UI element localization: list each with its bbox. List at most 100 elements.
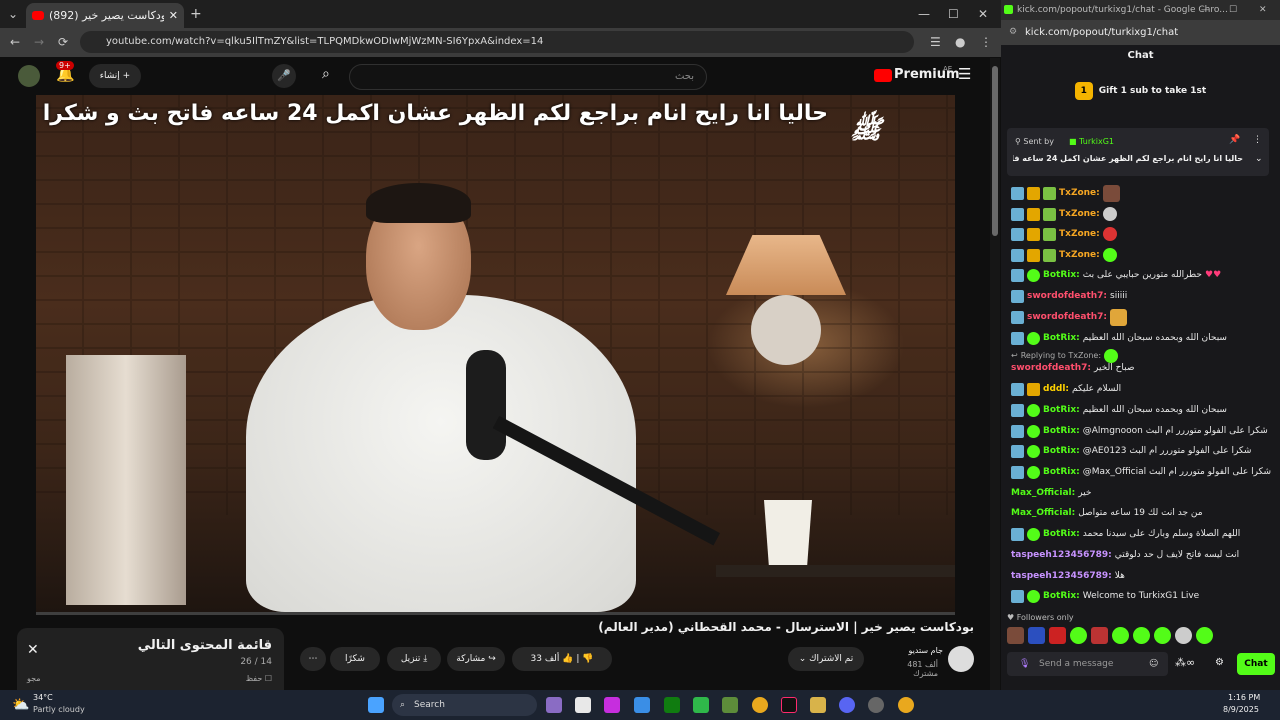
chat-username[interactable]: BotRix: [1043,266,1080,284]
pin-icon[interactable]: 📌 [1229,135,1240,145]
emote-icon [1102,227,1117,241]
chat-username[interactable]: BotRix: [1043,525,1080,543]
tiktok-icon[interactable] [781,697,797,713]
tab-list-icon[interactable]: ⌄ [8,0,18,28]
voice-search-icon[interactable]: 🎤 [272,64,296,88]
chat-username[interactable]: Max_Official: [1011,504,1075,522]
pinned-more-icon[interactable]: ⋮ [1253,135,1262,145]
thanks-button[interactable]: شكرًا [330,647,380,671]
chat-username[interactable]: BotRix: [1043,422,1080,440]
youtube-logo-icon[interactable] [874,69,892,82]
chat-username[interactable]: TxZone: [1059,184,1100,202]
scrollbar-thumb[interactable] [992,66,998,236]
emote-icon[interactable] [1112,627,1129,644]
chat-username[interactable]: taspeeh123456789: [1011,546,1112,564]
back-icon[interactable]: ← [10,28,20,56]
close-window-icon[interactable]: ✕ [978,0,988,28]
chat-username[interactable]: taspeeh123456789: [1011,567,1112,585]
chat-username[interactable]: TxZone: [1059,246,1100,264]
chat-username[interactable]: BotRix: [1043,587,1080,605]
taskbar-search[interactable]: ⌕ Search [392,694,537,716]
gift-sub-banner[interactable]: 1 Gift 1 sub to take 1st [1001,67,1280,115]
chat-username[interactable]: swordofdeath7: [1027,287,1107,305]
mic-icon[interactable]: 🎙 [1019,652,1030,676]
chat-username[interactable]: TxZone: [1059,225,1100,243]
emote-icon[interactable] [1049,627,1066,644]
minecraft-icon[interactable] [722,697,738,713]
close-playlist-icon[interactable]: ✕ [27,642,39,658]
channel-name[interactable]: جام ستديو [885,646,943,655]
emote-icon[interactable] [1196,627,1213,644]
app-icon[interactable] [868,697,884,713]
emote-icon[interactable] [1133,627,1150,644]
emote-icon[interactable] [1154,627,1171,644]
points-icon[interactable]: ⁂∞ [1175,656,1195,669]
reload-icon[interactable]: ⟳ [58,28,68,56]
chat-username[interactable]: BotRix: [1043,442,1080,460]
forward-icon[interactable]: → [34,28,44,56]
profile-icon[interactable]: ● [955,28,965,56]
chat-username[interactable]: BotRix: [1043,329,1080,347]
app-icon[interactable] [604,697,620,713]
like-dislike-group[interactable]: 33 ألف 👍 | 👎 [512,647,612,671]
weather-icon[interactable]: ⛅ [12,697,29,713]
share-button[interactable]: مشاركة ↪ [447,647,505,671]
download-button[interactable]: تنزيل ⤓ [387,647,441,671]
discord-icon[interactable] [839,697,855,713]
emoji-picker-icon[interactable]: ☺ [1149,652,1158,676]
start-icon[interactable] [368,697,384,713]
playlist-save-button[interactable]: حفظ ☐ [246,674,272,683]
chat-username[interactable]: swordofdeath7: [1011,359,1091,377]
emote-icon[interactable] [1007,627,1024,644]
chat-username[interactable]: BotRix: [1043,401,1080,419]
search-icon[interactable]: ⌕ [322,66,330,82]
emote-icon[interactable] [1091,627,1108,644]
app-icon[interactable] [693,697,709,713]
more-actions-icon[interactable]: ⋯ [300,647,326,671]
chat-username[interactable]: swordofdeath7: [1027,308,1107,326]
sub-badge-icon [1011,207,1024,221]
url-field[interactable]: youtube.com/watch?v=qlku5IlTmZY&list=TLP… [80,31,914,53]
expand-pinned-icon[interactable]: ⌄ [1255,154,1263,164]
create-button[interactable]: إنشاء + [89,64,141,88]
chat-username[interactable]: BotRix: [1043,463,1080,481]
channel-avatar[interactable] [948,646,974,672]
browser-menu-icon[interactable]: ⋮ [980,28,992,56]
clock-time[interactable]: 1:16 PM [1228,693,1260,702]
send-chat-button[interactable]: Chat [1237,653,1275,675]
emote-icon[interactable] [1070,627,1087,644]
chat-message-input[interactable]: 🎙 Send a message ☺ [1007,652,1168,676]
maximize-icon[interactable]: ☐ [948,0,959,28]
app-icon[interactable] [810,697,826,713]
subscribed-button[interactable]: ⌄ تم الاشتراك [788,647,864,671]
chrome-icon[interactable] [752,697,768,713]
page-scrollbar[interactable] [990,58,1000,690]
xbox-icon[interactable] [664,697,680,713]
chat-username[interactable]: TxZone: [1059,205,1100,223]
chrome-icon[interactable] [898,697,914,713]
minimize-icon[interactable]: — [918,0,930,28]
site-info-icon[interactable]: ⚙ [1009,20,1017,45]
chat-username[interactable]: Max_Official: [1011,484,1075,502]
clock-date[interactable]: 8/9/2025 [1223,705,1259,714]
chat-maximize-icon[interactable]: ☐ [1229,0,1237,20]
video-player[interactable]: ﷺ حاليا انا رايح انام براجع لكم الظهر عش… [36,95,955,612]
notepad-icon[interactable] [575,697,591,713]
task-view-icon[interactable] [546,697,562,713]
account-avatar[interactable] [18,65,40,87]
emote-icon[interactable] [1175,627,1192,644]
chat-settings-icon[interactable]: ⚙ [1215,657,1224,668]
extensions-icon[interactable]: ☰ [930,28,941,56]
search-input[interactable]: بحث [349,64,707,90]
chat-close-icon[interactable]: ✕ [1259,0,1267,20]
guide-menu-icon[interactable]: ☰ [958,65,971,83]
new-tab-icon[interactable]: + [190,0,202,28]
youtube-tab[interactable]: (892) بودكاست يصير خير ✕ [26,3,184,28]
emote-icon[interactable] [1028,627,1045,644]
chat-minimize-icon[interactable]: — [1201,0,1210,20]
chat-url-bar[interactable]: ⚙ kick.com/popout/turkixg1/chat [1001,20,1280,45]
app-icon[interactable] [634,697,650,713]
tab-close-icon[interactable]: ✕ [169,9,178,22]
progress-track[interactable] [36,612,955,615]
chat-username[interactable]: dddl: [1043,380,1069,398]
